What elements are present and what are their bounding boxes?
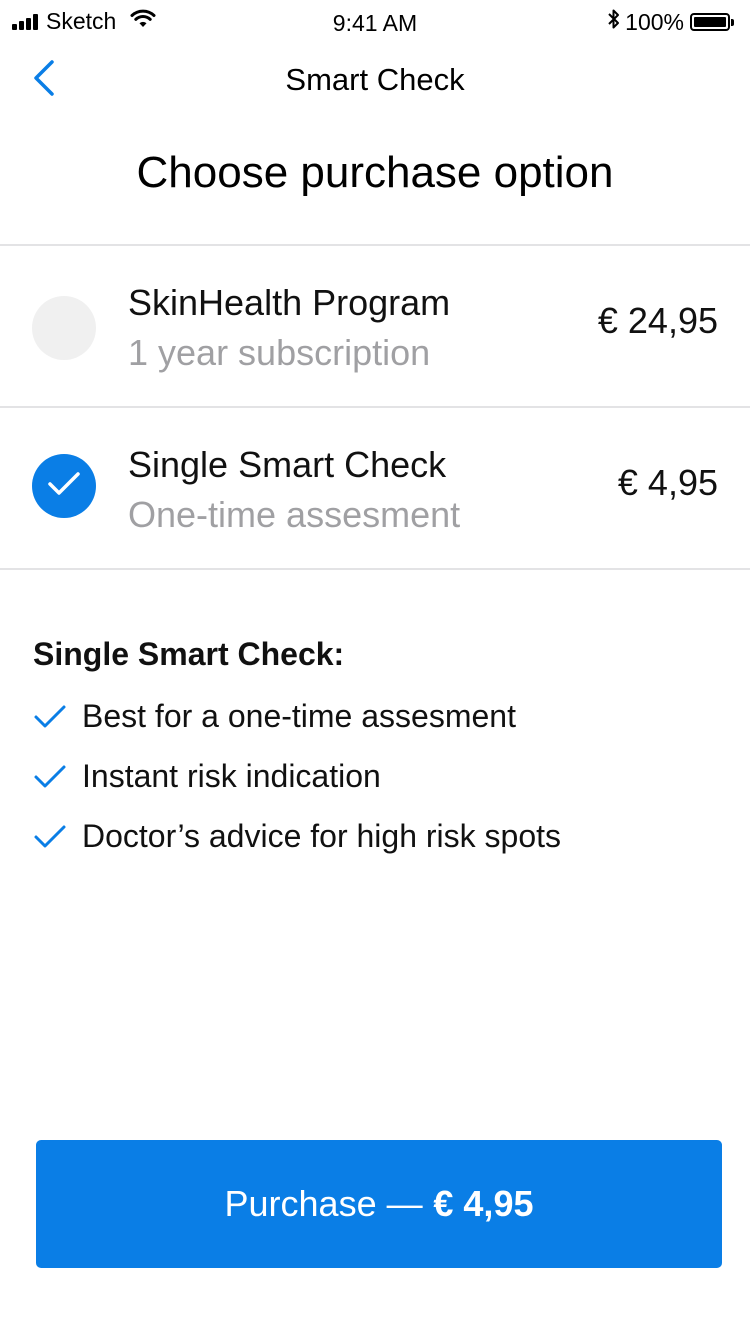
purchase-button-label: Purchase — (224, 1183, 423, 1224)
purchase-button[interactable]: Purchase — € 4,95 (36, 1140, 722, 1268)
radio-unselected[interactable] (32, 296, 96, 360)
purchase-button-amount: € 4,95 (433, 1183, 534, 1224)
bluetooth-icon (607, 8, 621, 36)
option-price: € 24,95 (597, 300, 718, 341)
option-title: Single Smart Check (128, 444, 447, 485)
checkmark-icon (32, 818, 68, 854)
feature-text: Instant risk indication (82, 757, 381, 794)
checkmark-icon (47, 471, 81, 502)
checkmark-icon (32, 758, 68, 794)
option-subtitle: 1 year subscription (128, 332, 431, 373)
nav-title: Smart Check (285, 62, 465, 97)
features-heading: Single Smart Check: (33, 636, 345, 672)
feature-item: Best for a one-time assesment (32, 696, 516, 736)
feature-text: Doctor’s advice for high risk spots (82, 817, 562, 854)
status-bar: Sketch 9:41 AM 100% (0, 0, 750, 44)
feature-item: Doctor’s advice for high risk spots (32, 816, 561, 856)
option-price: € 4,95 (617, 462, 718, 503)
option-subtitle: One-time assesment (128, 494, 461, 535)
radio-selected[interactable] (32, 454, 96, 518)
battery-percent: 100% (625, 8, 684, 35)
option-single-smart-check[interactable]: Single Smart Check One-time assesment € … (0, 408, 750, 568)
page-title: Choose purchase option (136, 148, 614, 197)
navigation-bar: Smart Check (0, 44, 750, 114)
feature-text: Best for a one-time assesment (82, 697, 516, 734)
option-title: SkinHealth Program (128, 282, 451, 323)
option-skinhealth-program[interactable]: SkinHealth Program 1 year subscription €… (0, 246, 750, 406)
divider (0, 568, 750, 570)
checkmark-icon (32, 698, 68, 734)
battery-icon (690, 13, 734, 31)
feature-item: Instant risk indication (32, 756, 381, 796)
status-right: 100% (607, 8, 734, 36)
